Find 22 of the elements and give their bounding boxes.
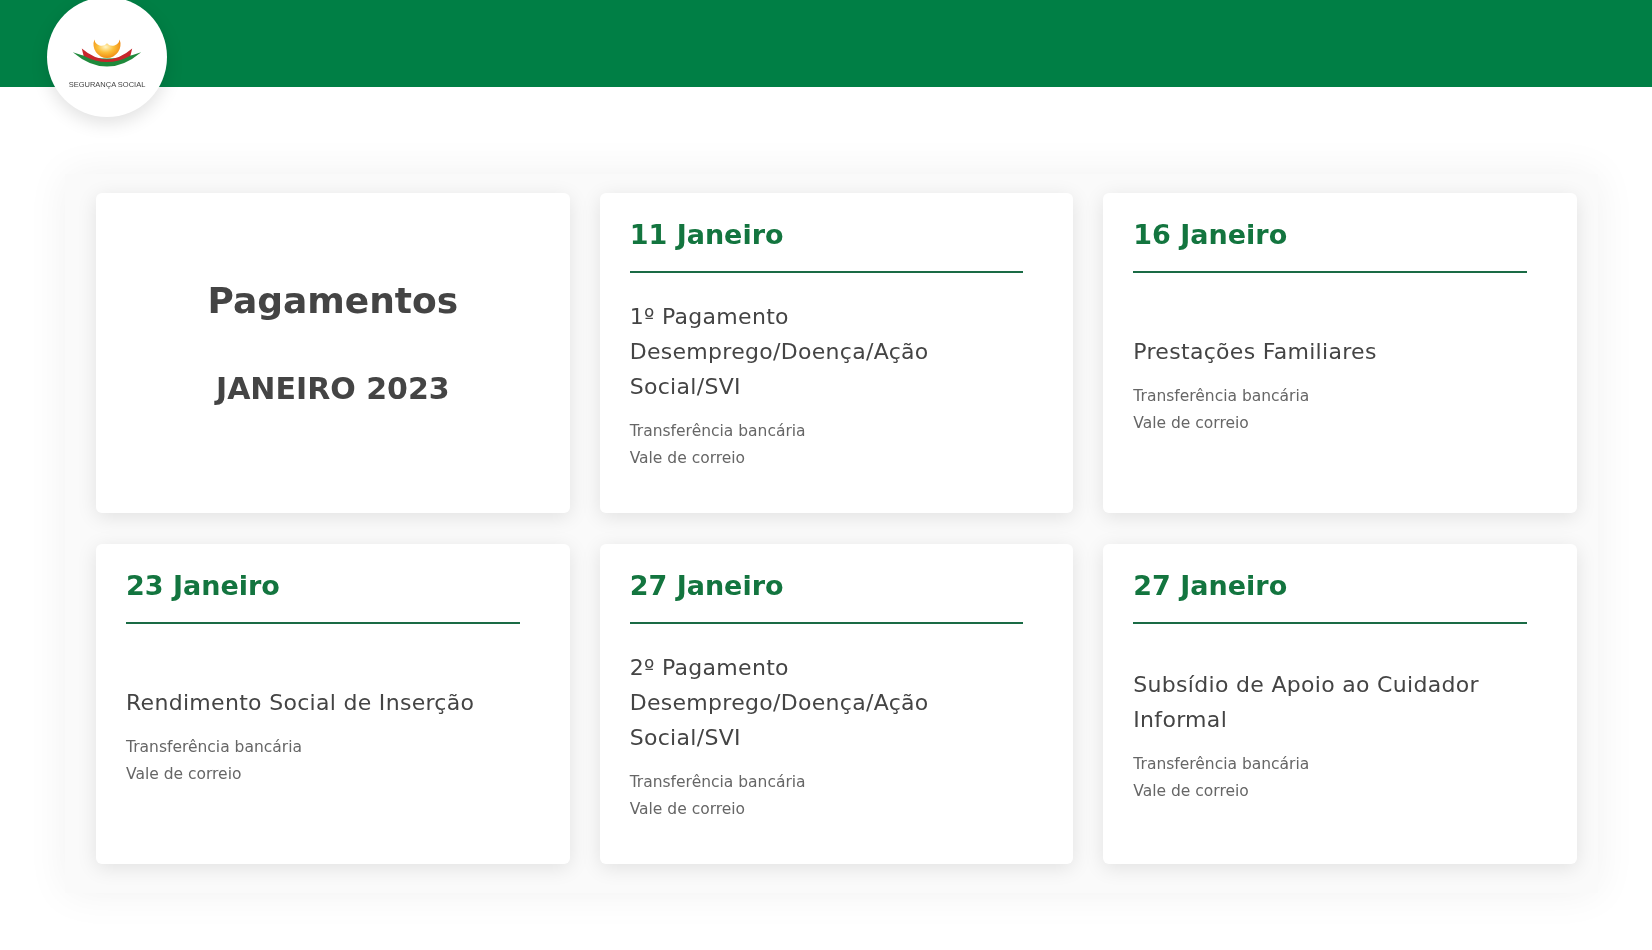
payment-method: Vale de correio — [629, 798, 746, 820]
payment-method: Transferência bancária — [126, 736, 302, 758]
benefit-name: 2º Pagamento Desemprego/Doença/Ação Social/SVI — [629, 653, 930, 752]
page-title: Pagamentos — [207, 280, 459, 321]
payment-method: Vale de correio — [126, 763, 242, 785]
payment-date: 11 Janeiro — [629, 218, 785, 252]
payment-date: 23 Janeiro — [126, 569, 281, 603]
benefit-name: Subsídio de Apoio ao Cuidador Informal — [1133, 671, 1480, 734]
benefit-name: Prestações Familiares — [1133, 337, 1378, 366]
benefit-name: 1º Pagamento Desemprego/Doença/Ação Social/SVI — [629, 302, 930, 401]
month-title: JANEIRO 2023 — [216, 371, 450, 406]
payment-method: Transferência bancária — [629, 420, 806, 442]
payment-method: Transferência bancária — [1133, 754, 1310, 775]
payment-method: Vale de correio — [629, 447, 746, 469]
payment-date: 16 Janeiro — [1133, 218, 1289, 252]
payment-method: Vale de correio — [1133, 412, 1249, 434]
payment-method: Transferência bancária — [629, 771, 806, 793]
payment-method: Vale de correio — [1133, 781, 1249, 802]
payment-date: 27 Janeiro — [1133, 569, 1289, 603]
payment-date: 27 Janeiro — [629, 569, 785, 603]
benefit-name: Rendimento Social de Inserção — [126, 688, 476, 717]
payment-method: Transferência bancária — [1133, 385, 1310, 407]
